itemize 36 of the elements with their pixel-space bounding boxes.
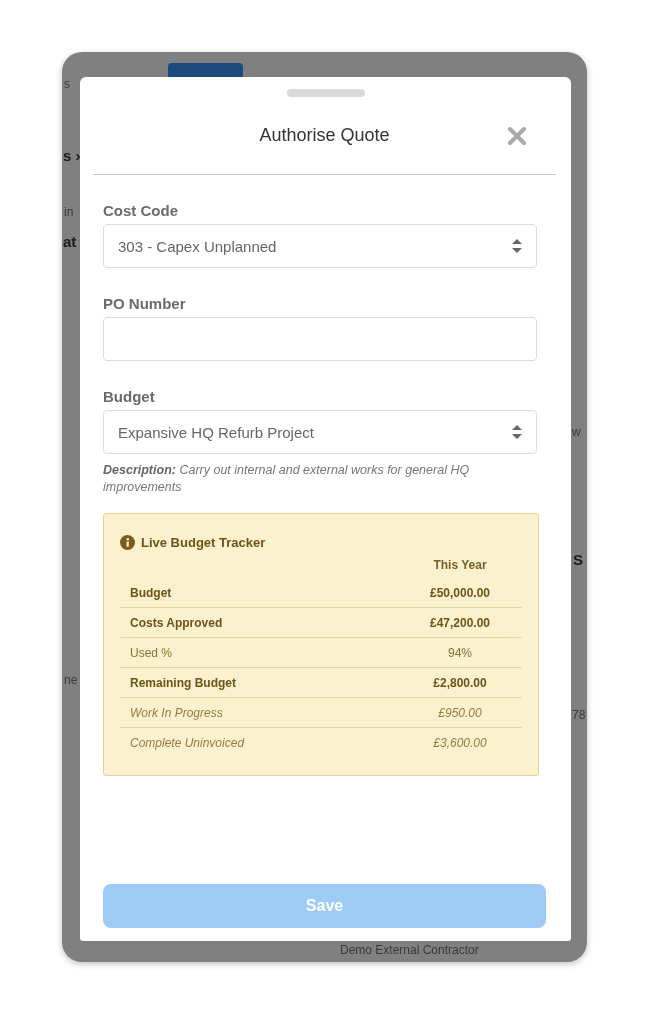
background-text: Demo External Contractor — [340, 942, 479, 958]
close-icon[interactable] — [507, 126, 527, 146]
background-text: 78 — [572, 707, 586, 723]
background-text: s — [64, 76, 70, 92]
row-label: Budget — [129, 585, 172, 600]
info-icon — [120, 534, 135, 550]
row-value: £3,600.00 — [432, 735, 488, 750]
sort-arrows-icon — [512, 238, 522, 254]
row-label: Remaining Budget — [129, 675, 236, 690]
field-label: Cost Code — [103, 201, 178, 221]
drag-handle[interactable] — [286, 89, 365, 97]
field-label: Budget — [103, 387, 155, 407]
select-field[interactable]: 303 - Capex Unplanned — [103, 224, 537, 268]
row-label: Used % — [129, 645, 173, 660]
background-text: w — [572, 424, 581, 440]
row-value: £950.00 — [437, 705, 483, 720]
row-value: £50,000.00 — [428, 585, 492, 600]
row-label: Complete Uninvoiced — [129, 735, 245, 750]
sort-arrows-icon — [512, 424, 522, 440]
background-text: ne — [64, 672, 78, 688]
row-value: £47,200.00 — [428, 615, 492, 630]
background-text: S — [573, 552, 583, 568]
select-field[interactable]: Expansive HQ Refurb Project — [103, 410, 537, 454]
row-label: Work In Progress — [129, 705, 223, 720]
field-label: PO Number — [103, 294, 186, 314]
row-label: Costs Approved — [129, 615, 223, 630]
background-text: at — [63, 234, 77, 250]
background-text: in — [64, 204, 74, 220]
row-value: 94% — [447, 645, 473, 660]
tracker-title: Live Budget Tracker — [141, 534, 266, 550]
row-value: £2,800.00 — [432, 675, 488, 690]
modal-title: Authorise Quote — [259, 125, 390, 146]
background-text: s › — [63, 148, 81, 164]
budget-description: Description: Carry out internal and external works for general HQ improvements — [103, 462, 471, 496]
column-header: This Year — [432, 558, 488, 572]
input-field[interactable] — [103, 317, 537, 361]
